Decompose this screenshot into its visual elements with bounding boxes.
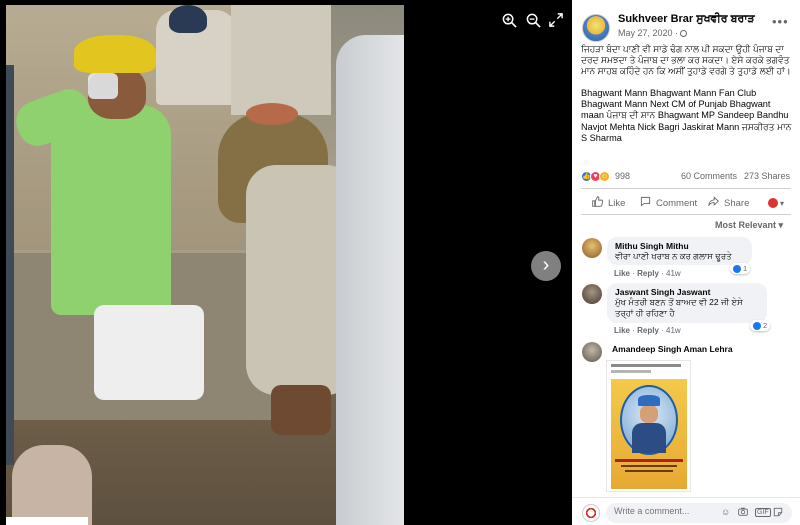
post-date[interactable]: May 27, 2020 · <box>618 28 688 38</box>
comment-reaction-badge[interactable]: 1 <box>730 263 751 274</box>
like-reaction-icon <box>753 321 761 330</box>
comment-bubble: Jaswant Singh Jaswant ਮੁੱਖ ਮੰਤਰੀ ਬਣਨ ਤੋਂ… <box>607 283 767 323</box>
post-date-text[interactable]: May 27, 2020 · <box>618 28 678 38</box>
divider <box>581 188 791 189</box>
comment-like-link[interactable]: Like <box>614 269 630 278</box>
comment-button[interactable]: Comment <box>640 196 697 210</box>
comment-text: ਮੁੱਖ ਮੰਤਰੀ ਬਣਨ ਤੋਂ ਬਾਅਦ ਵੀ 22 ਜੀ ਏਸੇ ਤਰ੍… <box>615 297 743 318</box>
react-as-caret: ▾ <box>780 198 785 208</box>
image-caption-line <box>621 465 677 467</box>
reaction-summary[interactable]: 👍 ♥ ☺ 998 <box>581 170 630 182</box>
comment-bubble: Mithu Singh Mithu ਵੀਰਾ ਪਾਣੀ ਖਰਾਬ ਨ ਕਰ ਗਲ… <box>607 237 752 265</box>
photo-viewer: › <box>0 0 572 525</box>
divider <box>572 497 800 498</box>
commenter-avatar[interactable] <box>582 342 602 362</box>
globe-icon <box>680 30 688 37</box>
zoom-out-icon[interactable] <box>526 13 541 31</box>
comment-age[interactable]: 41w <box>666 269 681 278</box>
share-icon <box>708 196 719 210</box>
thumbs-up-icon <box>592 196 604 210</box>
comment-actions: Like · Reply · 41w <box>614 326 681 335</box>
photo-edge-person <box>6 65 14 465</box>
commenter-avatar[interactable] <box>582 238 602 258</box>
photo-seated-person-foot <box>271 385 331 435</box>
comment-reply-link[interactable]: Reply <box>637 269 659 278</box>
image-header-line <box>611 370 651 373</box>
camera-icon[interactable] <box>738 507 748 518</box>
sticker-icon[interactable] <box>773 507 783 519</box>
image-portrait-turban <box>638 395 660 406</box>
more-options-icon[interactable]: ••• <box>772 14 789 29</box>
comment-input[interactable] <box>614 506 714 516</box>
gif-icon[interactable]: GIF <box>755 508 771 517</box>
commenter-name[interactable]: Jaswant Singh Jaswant <box>615 287 759 297</box>
photo-clay-pot <box>246 103 298 125</box>
like-reaction-icon <box>733 264 741 273</box>
commenter-name[interactable]: Mithu Singh Mithu <box>615 241 744 251</box>
comment-reply-link[interactable]: Reply <box>637 326 659 335</box>
fullscreen-icon[interactable] <box>549 13 563 30</box>
react-as-selector[interactable]: ▾ <box>768 198 784 208</box>
post-tags[interactable]: Bhagwant Mann Bhagwant Mann Fan Club Bha… <box>581 88 795 144</box>
image-caption-line <box>615 459 683 462</box>
divider <box>581 214 791 215</box>
photo-foreground-person <box>12 445 92 525</box>
commenter-name[interactable]: Amandeep Singh Aman Lehra <box>612 344 733 354</box>
my-avatar[interactable] <box>582 504 600 522</box>
image-portrait-face <box>640 405 658 423</box>
emoji-icon[interactable]: ☺ <box>721 507 730 517</box>
share-count[interactable]: 273 Shares <box>744 171 790 181</box>
photo-man-kurta <box>51 105 171 315</box>
comment-reaction-badge[interactable]: 2 <box>750 320 771 331</box>
photo-bottle <box>88 73 118 99</box>
photo-background-turban <box>169 5 207 33</box>
page-avatar-icon <box>768 198 778 208</box>
comment-filter-dropdown[interactable]: Most Relevant ▾ <box>715 220 783 231</box>
comment-reaction-count: 2 <box>763 321 768 330</box>
post-author[interactable]: Sukhveer Brar ਸੁਖਵੀਰ ਬਰਾੜ <box>618 13 755 26</box>
photo-corner <box>6 517 88 525</box>
share-label: Share <box>724 197 750 209</box>
photo-man-pants <box>94 305 204 400</box>
commenter-avatar[interactable] <box>582 284 602 304</box>
reaction-count[interactable]: 998 <box>615 171 630 181</box>
comment-attached-image[interactable] <box>606 360 691 492</box>
photo-man-turban <box>74 35 156 73</box>
comment-label: Comment <box>656 197 698 209</box>
like-label: Like <box>608 197 626 209</box>
post-sidebar: Sukhveer Brar ਸੁਖਵੀਰ ਬਰਾੜ May 27, 2020 ·… <box>572 0 800 525</box>
photo-background-person <box>231 5 331 115</box>
chevron-right-icon[interactable]: › <box>531 251 561 281</box>
zoom-in-icon[interactable] <box>502 13 517 31</box>
image-header-line <box>611 364 681 367</box>
image-portrait-coat <box>632 423 666 453</box>
comment-icon <box>640 196 651 210</box>
comment-text: ਵੀਰਾ ਪਾਣੀ ਖਰਾਬ ਨ ਕਰ ਗਲਾਸ ਢੂਰਤੇ <box>615 251 732 261</box>
haha-reaction-icon: ☺ <box>599 170 610 182</box>
avatar[interactable] <box>582 14 610 42</box>
post-text: ਜਿਹੜਾ ਬੰਦਾ ਪਾਣੀ ਵੀ ਸਾਡੇ ਢੰਗ ਨਾਲ ਪੀ ਸਕਦਾ … <box>581 44 791 76</box>
comment-like-link[interactable]: Like <box>614 326 630 335</box>
comment-reaction-count: 1 <box>743 264 748 273</box>
comment-age[interactable]: 41w <box>666 326 681 335</box>
photo-standing-person <box>336 35 404 525</box>
post-photo[interactable] <box>6 5 404 525</box>
comment-composer[interactable]: ☺ GIF <box>606 503 792 523</box>
comment-actions: Like · Reply · 41w <box>614 269 681 278</box>
comment-count[interactable]: 60 Comments <box>681 171 737 181</box>
like-button[interactable]: Like <box>592 196 625 210</box>
share-button[interactable]: Share <box>708 196 749 210</box>
image-caption-line <box>625 470 673 472</box>
